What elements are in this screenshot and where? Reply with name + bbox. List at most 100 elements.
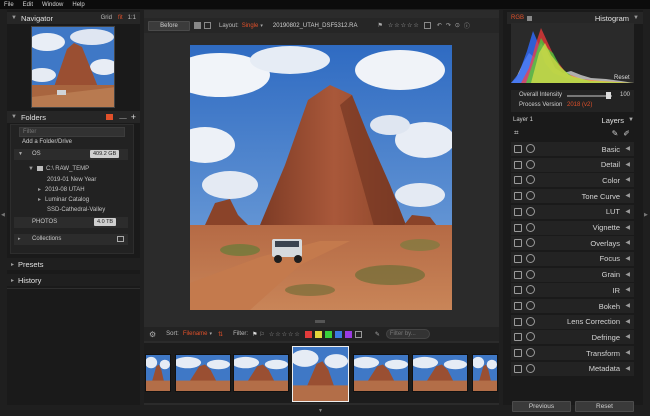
rating-filter-stars[interactable]: ☆☆☆☆☆ [269,331,301,338]
none-swatch[interactable] [354,330,362,338]
toggle-icon[interactable] [514,349,522,358]
toggle-icon[interactable] [514,223,522,232]
filmstrip-thumbnail[interactable] [472,354,498,392]
filmstrip-thumbnail[interactable] [175,354,231,392]
split-view-icon[interactable] [204,22,211,29]
compare-icon[interactable] [194,22,201,29]
adjustment-overlays[interactable]: Overlays ◀ [511,236,634,251]
adjustment-ir[interactable]: IR ◀ [511,283,634,298]
reset-icon[interactable] [526,222,535,232]
tree-item[interactable]: SSD-Cathedral-Valley [47,204,105,215]
previous-button[interactable]: Previous [512,401,571,412]
collections-row[interactable]: ▸ Collections [14,234,128,245]
yellow-swatch[interactable] [314,330,322,338]
sort-dropdown[interactable]: Filename [183,331,208,337]
toggle-icon[interactable] [514,145,522,153]
flag-icon[interactable]: ⚑ [378,22,383,29]
purple-swatch[interactable] [344,330,352,338]
photos-drive-row[interactable]: PHOTOS 4.0 TB [14,217,128,228]
collection-add-icon[interactable] [117,236,124,242]
left-collapse-arrow-icon[interactable]: ◀ [1,212,5,218]
presets-header[interactable]: ▸ Presets [7,258,140,270]
minus-icon[interactable]: — [119,113,127,122]
toggle-icon[interactable] [514,364,522,373]
filter-search-input[interactable]: Filter by... [385,329,430,339]
adjustment-transform[interactable]: Transform ◀ [511,346,634,361]
eyedropper-icon[interactable]: ✎ [375,331,380,338]
reset-icon[interactable] [526,253,535,263]
filmstrip-thumbnail-selected[interactable] [292,346,349,402]
adjustment-defringe[interactable]: Defringe ◀ [511,330,634,345]
folders-header[interactable]: ▼ Folders — + [7,111,140,123]
os-drive-row[interactable]: ▼ OS 409.2 GB [14,149,128,160]
histogram-mode[interactable]: RGB [511,15,524,21]
reject-flag-icon[interactable]: ⚐ [259,331,264,338]
reset-icon[interactable] [526,316,535,326]
reset-icon[interactable] [526,206,535,216]
menu-help[interactable]: Help [72,2,84,8]
one-to-one-toggle[interactable]: 1:1 [128,15,136,21]
reset-icon[interactable] [526,159,535,169]
toggle-icon[interactable] [514,286,522,295]
adjustment-lens-correction[interactable]: Lens Correction ◀ [511,314,634,329]
menu-file[interactable]: File [4,2,14,8]
adjustment-lut[interactable]: LUT ◀ [511,204,634,219]
rating-stars[interactable]: ☆☆☆☆☆ [388,22,420,29]
toggle-icon[interactable] [514,317,522,326]
main-photo[interactable] [190,45,452,310]
reset-icon[interactable] [526,144,535,153]
red-swatch[interactable] [304,330,312,338]
toggle-icon[interactable] [514,192,522,201]
adjustment-vignette[interactable]: Vignette ◀ [511,220,634,235]
color-filter-swatches[interactable] [304,330,365,338]
green-swatch[interactable] [324,330,332,338]
menu-edit[interactable]: Edit [23,2,33,8]
rotate-right-icon[interactable]: ↷ [446,22,451,29]
navigator-thumbnail[interactable] [31,26,115,108]
filmstrip-thumbnail[interactable] [145,354,171,392]
reset-icon[interactable] [526,348,535,358]
info-icon[interactable]: ⓘ [464,21,470,30]
adjustment-tone-curve[interactable]: Tone Curve ◀ [511,189,634,204]
adjustment-detail[interactable]: Detail ◀ [511,157,634,172]
adjustment-metadata[interactable]: Metadata ◀ [511,361,634,376]
color-label-icon[interactable] [423,22,431,29]
adjustment-basic[interactable]: Basic ◀ [511,142,634,156]
toggle-icon[interactable] [514,160,522,169]
navigator-header[interactable]: ▼ Navigator Grid fit 1:1 [7,12,140,24]
history-header[interactable]: ▸ History [7,274,140,286]
blue-swatch[interactable] [334,330,342,338]
reset-icon[interactable] [526,285,535,295]
reset-icon[interactable] [526,332,535,342]
filmstrip-thumbnail[interactable] [353,354,409,392]
reset-icon[interactable] [526,238,535,248]
reset-icon[interactable] [526,363,535,373]
brush-icon[interactable]: ✎ [612,129,619,138]
adjustment-color[interactable]: Color ◀ [511,173,634,188]
adjustment-bokeh[interactable]: Bokeh ◀ [511,299,634,313]
zoom-icon[interactable]: ⊙ [455,22,460,29]
sort-order-icon[interactable]: ⇅ [218,331,223,338]
grid-toggle[interactable]: Grid [101,15,112,21]
toggle-icon[interactable] [514,207,522,216]
intensity-slider-handle[interactable] [606,92,611,99]
reset-icon[interactable] [526,301,535,310]
reset-icon[interactable] [526,191,535,201]
right-collapse-arrow-icon[interactable]: ▶ [644,212,648,218]
folder-filter-input[interactable]: Filter [19,127,125,137]
add-folder-link[interactable]: Add a Folder/Drive [22,139,72,145]
reset-button[interactable]: Reset [575,401,634,412]
toggle-icon[interactable] [514,270,522,279]
toggle-icon[interactable] [514,333,522,342]
before-button[interactable]: Before [148,20,190,31]
toggle-icon[interactable] [514,239,522,248]
filmstrip-thumbnail[interactable] [233,354,289,392]
histogram-reset-button[interactable]: Reset [614,75,630,81]
erase-brush-icon[interactable]: ✐ [623,129,630,138]
process-version-dropdown[interactable]: 2018 (v2) [567,102,592,108]
bottom-collapse-arrow-icon[interactable]: ▼ [318,408,323,414]
layout-dropdown[interactable]: Single [242,23,259,29]
reset-icon[interactable] [526,269,535,279]
layers-header[interactable]: Layer 1 Layers ▼ [511,114,634,126]
toggle-icon[interactable] [514,176,522,185]
